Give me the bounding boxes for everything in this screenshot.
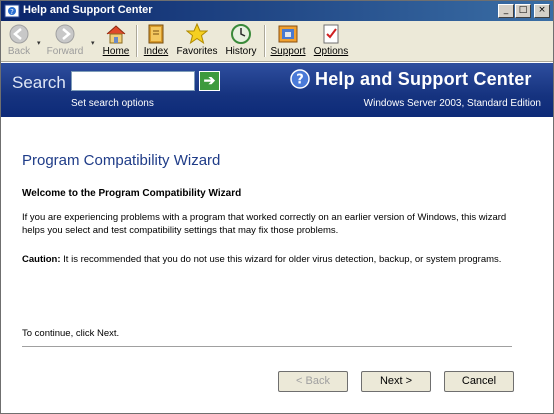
wizard-content: Program Compatibility Wizard Welcome to … xyxy=(1,118,553,413)
toolbar: Back ▾ Forward ▾ Home Index Favorites Hi… xyxy=(1,21,553,62)
index-label: Index xyxy=(143,46,169,57)
continue-instruction: To continue, click Next. xyxy=(22,328,120,339)
window-title: Help and Support Center xyxy=(23,4,153,16)
divider xyxy=(22,346,512,348)
cancel-button[interactable]: Cancel xyxy=(444,371,514,392)
help-app-icon: ? xyxy=(4,4,20,18)
back-label: Back xyxy=(7,46,31,57)
welcome-heading: Welcome to the Program Compatibility Wiz… xyxy=(22,188,242,199)
header-title: Help and Support Center xyxy=(315,69,532,89)
options-label: Options xyxy=(313,46,349,57)
minimize-button[interactable]: _ xyxy=(498,4,514,18)
index-button[interactable]: Index xyxy=(141,23,171,60)
forward-button[interactable]: Forward xyxy=(45,23,85,60)
forward-arrow-icon xyxy=(55,24,75,44)
search-go-button[interactable]: ➔ xyxy=(199,71,220,91)
caution-body: It is recommended that you do not use th… xyxy=(60,254,502,265)
next-button[interactable]: Next > xyxy=(361,371,431,392)
support-button[interactable]: Support xyxy=(269,23,307,60)
back-dropdown-icon[interactable]: ▾ xyxy=(37,39,41,47)
wizard-title: Program Compatibility Wizard xyxy=(22,152,221,169)
favorites-button[interactable]: Favorites xyxy=(175,23,219,60)
support-label: Support xyxy=(270,46,306,57)
favorites-label: Favorites xyxy=(176,46,218,57)
options-icon xyxy=(323,24,339,44)
star-icon xyxy=(186,23,208,45)
index-book-icon xyxy=(148,24,164,44)
help-and-support-window: ? Help and Support Center _ □ × Back ▾ F… xyxy=(0,0,554,414)
title-bar[interactable]: ? Help and Support Center _ □ × xyxy=(1,1,553,21)
history-button[interactable]: History xyxy=(223,23,259,60)
go-arrow-icon: ➔ xyxy=(203,72,216,88)
back-arrow-icon xyxy=(9,24,29,44)
caution-text: Caution: It is recommended that you do n… xyxy=(22,253,522,266)
search-input[interactable] xyxy=(71,71,195,91)
edition-label: Windows Server 2003, Standard Edition xyxy=(363,98,541,109)
close-button[interactable]: × xyxy=(534,4,550,18)
support-icon xyxy=(278,25,298,43)
wizard-description: If you are experiencing problems with a … xyxy=(22,212,507,236)
back-button[interactable]: Back xyxy=(4,23,34,60)
forward-dropdown-icon[interactable]: ▾ xyxy=(91,39,95,47)
toolbar-separator xyxy=(264,25,266,57)
history-label: History xyxy=(225,46,257,57)
maximize-button[interactable]: □ xyxy=(515,4,531,18)
caution-label: Caution: xyxy=(22,254,61,265)
forward-label: Forward xyxy=(46,46,84,57)
back-wizard-button[interactable]: < Back xyxy=(278,371,348,392)
search-label: Search xyxy=(12,73,66,92)
clock-icon xyxy=(231,24,251,44)
svg-text:?: ? xyxy=(10,8,14,16)
header-band: Search ➔ Set search options ? Help and S… xyxy=(1,63,553,117)
home-button[interactable]: Home xyxy=(101,23,131,60)
options-button[interactable]: Options xyxy=(312,23,350,60)
svg-text:?: ? xyxy=(296,73,304,88)
help-question-icon: ? xyxy=(290,69,310,89)
home-label: Home xyxy=(102,46,130,57)
toolbar-separator xyxy=(136,25,138,57)
search-options-link[interactable]: Set search options xyxy=(71,98,154,109)
home-icon xyxy=(106,25,126,44)
